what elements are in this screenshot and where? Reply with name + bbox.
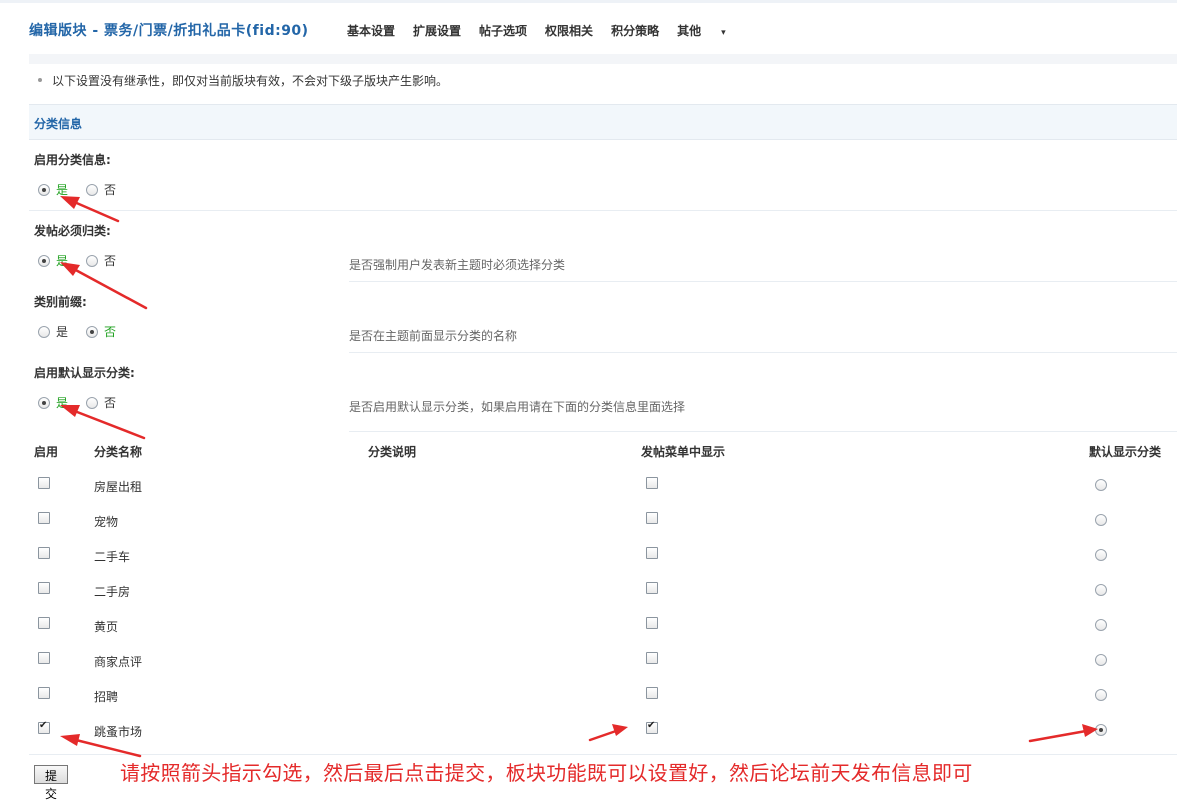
tab-other-label: 其他 [677,24,702,38]
arrow-icon [1028,724,1098,743]
section-header: 分类信息 [29,104,1177,140]
enable-checkbox[interactable] [38,617,50,629]
default-category-radio[interactable] [1095,689,1107,701]
default-category-radio[interactable] [1095,724,1107,736]
radio-default-category-yes[interactable] [38,396,50,409]
enable-checkbox[interactable] [38,512,50,524]
radio-default-category-no[interactable] [86,396,99,409]
tab-post-options[interactable]: 帖子选项 [479,22,527,39]
category-name: 跳蚤市场 [94,725,143,739]
column-header-enabled: 启用 [34,445,59,459]
post-menu-checkbox[interactable] [646,477,658,489]
radio-label: 是 [56,254,69,268]
category-name: 二手房 [94,585,131,599]
enable-checkbox[interactable] [38,582,50,594]
post-menu-checkbox[interactable] [646,652,658,664]
enable-checkbox[interactable] [38,477,50,489]
radio-enable-category-no[interactable] [86,183,99,196]
settings-nav: 基本设置 扩展设置 帖子选项 权限相关 积分策略 其他 ▾ [347,22,762,39]
default-category-radio[interactable] [1095,549,1107,561]
setting-enable-category-options: 是 否 [38,181,134,198]
default-category-radio[interactable] [1095,479,1107,491]
enable-checkbox[interactable] [38,547,50,559]
default-category-radio[interactable] [1095,584,1107,596]
divider [29,210,1177,211]
tab-basic-settings[interactable]: 基本设置 [347,22,395,39]
default-category-radio[interactable] [1095,514,1107,526]
chevron-down-icon: ▾ [721,28,726,38]
instruction-annotation: 请按照箭头指示勾选，然后最后点击提交，板块功能既可以设置好，然后论坛前天发布信息… [120,761,973,785]
post-menu-checkbox[interactable] [646,582,658,594]
divider-strip [29,54,1177,64]
category-name: 房屋出租 [94,480,143,494]
tab-other[interactable]: 其他 ▾ [677,22,744,39]
radio-enable-category-yes[interactable] [38,183,50,196]
column-header-category-name: 分类名称 [94,445,143,459]
category-name: 黄页 [94,620,119,634]
arrow-icon [588,724,628,742]
post-menu-checkbox[interactable] [646,720,658,734]
setting-enable-category-label: 启用分类信息: [34,153,111,167]
category-name: 二手车 [94,550,131,564]
category-name: 宠物 [94,515,119,529]
radio-label: 是 [56,183,69,197]
column-header-post-menu: 发帖菜单中显示 [641,445,726,459]
enable-checkbox[interactable] [38,652,50,664]
post-menu-checkbox[interactable] [646,547,658,559]
bullet-icon [38,77,42,82]
enable-checkbox[interactable] [38,720,50,734]
setting-require-category-options: 是 否 [38,252,134,269]
radio-require-category-yes[interactable] [38,254,50,267]
setting-default-category-desc: 是否启用默认显示分类，如果启用请在下面的分类信息里面选择 [349,400,686,414]
default-category-radio[interactable] [1095,654,1107,666]
radio-label: 否 [104,183,117,197]
setting-default-category-options: 是 否 [38,394,134,411]
default-category-radio[interactable] [1095,619,1107,631]
radio-label: 是 [56,396,69,410]
submit-button[interactable]: 提交 [34,765,68,801]
tip-text: 以下设置没有继承性，即仅对当前版块有效，不会对下级子版块产生影响。 [38,72,448,89]
category-name: 商家点评 [94,655,143,669]
setting-require-category-desc: 是否强制用户发表新主题时必须选择分类 [349,258,566,272]
tab-credit-policy[interactable]: 积分策略 [611,22,659,39]
post-menu-checkbox[interactable] [646,617,658,629]
setting-default-category-label: 启用默认显示分类: [34,366,135,380]
divider [349,431,1177,432]
setting-category-prefix-options: 是 否 [38,323,134,340]
arrow-icon [60,196,120,223]
top-bar: 编辑版块 - 票务/门票/折扣礼品卡(fid:90) 基本设置 扩展设置 帖子选… [0,0,1177,59]
column-header-default-category: 默认显示分类 [1089,445,1162,459]
radio-category-prefix-no[interactable] [86,325,99,338]
divider [349,281,1177,282]
post-menu-checkbox[interactable] [646,512,658,524]
post-menu-checkbox[interactable] [646,687,658,699]
divider [29,754,1177,755]
tip-label: 以下设置没有继承性，即仅对当前版块有效，不会对下级子版块产生影响。 [52,74,449,88]
radio-label: 是 [56,325,69,339]
enable-checkbox[interactable] [38,687,50,699]
radio-require-category-no[interactable] [86,254,99,267]
radio-category-prefix-yes[interactable] [38,325,50,338]
radio-label: 否 [104,396,117,410]
setting-require-category-label: 发帖必须归类: [34,224,111,238]
setting-category-prefix-desc: 是否在主题前面显示分类的名称 [349,329,518,343]
column-header-description: 分类说明 [368,445,417,459]
category-name: 招聘 [94,690,119,704]
radio-label: 否 [104,325,117,339]
tab-permissions[interactable]: 权限相关 [545,22,593,39]
radio-label: 否 [104,254,117,268]
section-title: 分类信息 [34,117,83,131]
setting-category-prefix-label: 类别前缀: [34,295,87,309]
divider [349,352,1177,353]
tab-extended-settings[interactable]: 扩展设置 [413,22,461,39]
page-title: 编辑版块 - 票务/门票/折扣礼品卡(fid:90) [29,23,309,39]
